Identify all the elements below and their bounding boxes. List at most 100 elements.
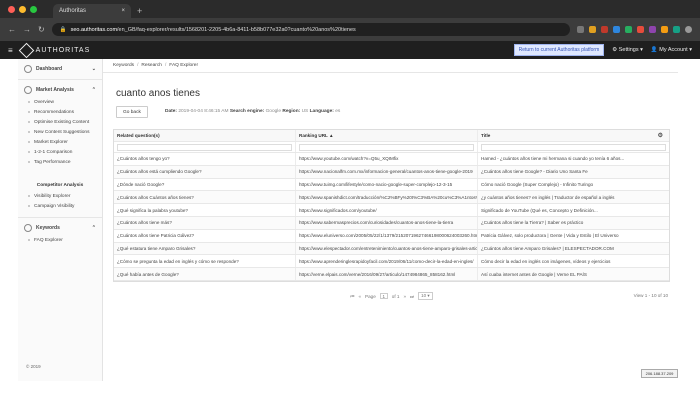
tab-strip: Authoritas × +	[0, 0, 700, 18]
extension-icon[interactable]	[589, 26, 596, 33]
question-filter-input[interactable]	[117, 143, 292, 151]
table-row[interactable]: ¿Qué significa la palabra youtube? https:…	[114, 204, 669, 217]
profile-icon[interactable]	[685, 26, 692, 33]
return-platform-button[interactable]: Return to current Authoritas platform	[513, 44, 605, 56]
sidebar-item-optimise[interactable]: Optimise Existing Content	[18, 117, 102, 127]
cell-question: ¿Cuántos años Cuántos años tienes?	[114, 191, 296, 204]
table-row[interactable]: ¿Dónde nació Google? https://www.tuimg.co…	[114, 178, 669, 192]
sidebar-item-label: 1-2-1 Comparison	[34, 149, 73, 155]
extension-icon[interactable]	[649, 26, 656, 33]
cell-question: ¿Qué había antes de Google?	[114, 268, 296, 280]
close-tab-icon[interactable]: ×	[121, 8, 125, 14]
cell-ranking-url[interactable]: https://www.sabermasprecios.com/curiosid…	[296, 216, 478, 229]
column-header-question[interactable]: Related question(s)	[114, 130, 296, 141]
sidebar-item-label: Recommendations	[34, 109, 74, 115]
extension-icon[interactable]	[661, 26, 668, 33]
sidebar-item-label: Market Analysis	[36, 87, 74, 93]
minimize-window-button[interactable]	[19, 5, 26, 13]
brand-logo[interactable]: AUTHORITAS	[18, 42, 91, 58]
hamburger-menu-icon[interactable]: ≡	[8, 46, 13, 55]
cell-ranking-url[interactable]: https://www.eluniverso.com/2005/05/22/1/…	[296, 229, 478, 242]
chevron-up-icon: ⌃	[91, 87, 96, 93]
table-row[interactable]: ¿Cómo se pregunta la edad en inglés y có…	[114, 255, 669, 269]
reload-icon[interactable]: ↻	[38, 25, 45, 34]
table-row[interactable]: ¿Cuántos años tiene Patricia Gálvez? http…	[114, 229, 669, 243]
gear-icon[interactable]: ⚙	[658, 132, 666, 139]
breadcrumb-keywords[interactable]: Keywords	[113, 63, 134, 68]
sidebar-item-new-content[interactable]: New Content Suggestions	[18, 127, 102, 137]
maximize-window-button[interactable]	[30, 5, 37, 13]
browser-tab[interactable]: Authoritas ×	[53, 4, 131, 18]
cell-ranking-url[interactable]: https://www.aprenderinglesrapidoyfacil.c…	[296, 255, 478, 268]
table-row[interactable]: ¿Cuántos años está cumpliendo Google? htt…	[114, 165, 669, 179]
sidebar-item-visibility-explorer[interactable]: Visibility Explorer	[18, 191, 102, 201]
view-count: View 1 - 10 of 10	[633, 293, 668, 298]
sidebar-item-market-explorer[interactable]: Market Explorer	[18, 137, 102, 147]
breadcrumb-research[interactable]: Research	[141, 63, 162, 68]
sidebar-item-dashboard[interactable]: Dashboard ⌄	[18, 62, 102, 76]
title-filter-input[interactable]	[481, 143, 666, 151]
sidebar-item-faq-explorer[interactable]: FAQ Explorer	[18, 235, 102, 245]
sidebar-item-recommendations[interactable]: Recommendations	[18, 107, 102, 117]
bullet-icon	[28, 151, 30, 153]
extension-icon[interactable]	[625, 26, 632, 33]
first-page-icon[interactable]: ⏮	[350, 294, 354, 299]
table-row[interactable]: ¿Qué estatura tiene Amparo Grisales? http…	[114, 242, 669, 256]
next-page-icon[interactable]: »	[403, 294, 406, 299]
extension-icon[interactable]	[673, 26, 680, 33]
url-filter-input[interactable]	[299, 143, 474, 151]
sidebar-item-campaign-visibility[interactable]: Campaign Visibility	[18, 201, 102, 211]
extension-icon[interactable]	[637, 26, 644, 33]
forward-arrow-icon[interactable]: →	[23, 25, 31, 34]
sidebar-item-comparison[interactable]: 1-2-1 Comparison	[18, 147, 102, 157]
filter-cell	[114, 142, 296, 152]
account-menu[interactable]: 👤 My Account ▾	[651, 47, 692, 53]
cell-title: Cómo decir la edad en inglés con imágene…	[481, 258, 611, 264]
column-header-label: Title	[481, 133, 491, 138]
cell-ranking-url[interactable]: https://www.significados.com/youtube/	[296, 204, 478, 216]
cell-ranking-url[interactable]: https://www.elespectador.com/entretenimi…	[296, 242, 478, 255]
cell-ranking-url[interactable]: https://www.nacionalfm.com.mx/informacio…	[296, 165, 478, 178]
column-header-title[interactable]: Title ⚙	[478, 130, 669, 141]
brand-name: AUTHORITAS	[35, 46, 91, 54]
close-window-button[interactable]	[8, 5, 15, 13]
settings-menu[interactable]: ⚙ Settings ▾	[612, 47, 643, 53]
last-page-icon[interactable]: ⏭	[410, 294, 414, 299]
page-number-input[interactable]: 1	[379, 293, 388, 299]
cell-ranking-url[interactable]: https://www.tuimg.com/lifestyle/como-nac…	[296, 178, 478, 191]
address-bar[interactable]: 🔒 seo.authoritas.com /en_GB/faq-explorer…	[51, 23, 570, 36]
bullet-icon	[28, 205, 30, 207]
extension-icon[interactable]	[613, 26, 620, 33]
sidebar-item-label: Dashboard	[36, 66, 63, 72]
divider	[18, 79, 102, 80]
cell-ranking-url[interactable]: https://www.spanishdict.com/traducción/%…	[296, 191, 478, 204]
sidebar-item-overview[interactable]: Overview	[18, 97, 102, 107]
page-of-label: of 1	[391, 293, 400, 299]
cell-title: ¿Cuántos años tiene Google? - Diario Uno…	[481, 169, 588, 175]
new-tab-icon[interactable]: +	[137, 6, 142, 16]
bullet-icon	[28, 121, 30, 123]
sidebar-item-market-analysis[interactable]: Market Analysis ⌃	[18, 83, 102, 97]
column-header-ranking-url[interactable]: Ranking URL ▲	[296, 130, 478, 141]
page-title: cuanto anos tienes	[116, 88, 200, 99]
divider	[18, 217, 102, 218]
browser-toolbar: ← → ↻ 🔒 seo.authoritas.com /en_GB/faq-ex…	[0, 18, 700, 41]
sidebar-item-keywords[interactable]: Keywords ⌃	[18, 221, 102, 235]
go-back-button[interactable]: Go back	[116, 106, 148, 118]
cell-ranking-url[interactable]: https://verne.elpais.com/verne/2016/09/2…	[296, 268, 478, 280]
back-arrow-icon[interactable]: ←	[8, 25, 16, 34]
extension-icon[interactable]	[601, 26, 608, 33]
bullet-icon	[28, 101, 30, 103]
extension-icon[interactable]	[577, 26, 584, 33]
sidebar-item-tag-performance[interactable]: Tag Performance	[18, 157, 102, 167]
table-row[interactable]: ¿Cuántos años tiene más? https://www.sabe…	[114, 216, 669, 230]
breadcrumb: Keywords / Research / FAQ Explorer	[103, 59, 678, 73]
prev-page-icon[interactable]: «	[358, 294, 361, 299]
cell-ranking-url[interactable]: https://www.youtube.com/watch?v=Q5u_XQIM…	[296, 153, 478, 165]
table-row[interactable]: ¿Cuántos años Cuántos años tienes? https:…	[114, 191, 669, 205]
page-size-select[interactable]: 10 ▾	[418, 292, 433, 300]
url-host: seo.authoritas.com	[70, 26, 118, 33]
table-row[interactable]: ¿Qué había antes de Google? https://verne…	[114, 268, 669, 281]
table-row[interactable]: ¿Cuántos años tengo yo? https://www.youtu…	[114, 153, 669, 166]
cell-question: ¿Qué estatura tiene Amparo Grisales?	[114, 242, 296, 255]
